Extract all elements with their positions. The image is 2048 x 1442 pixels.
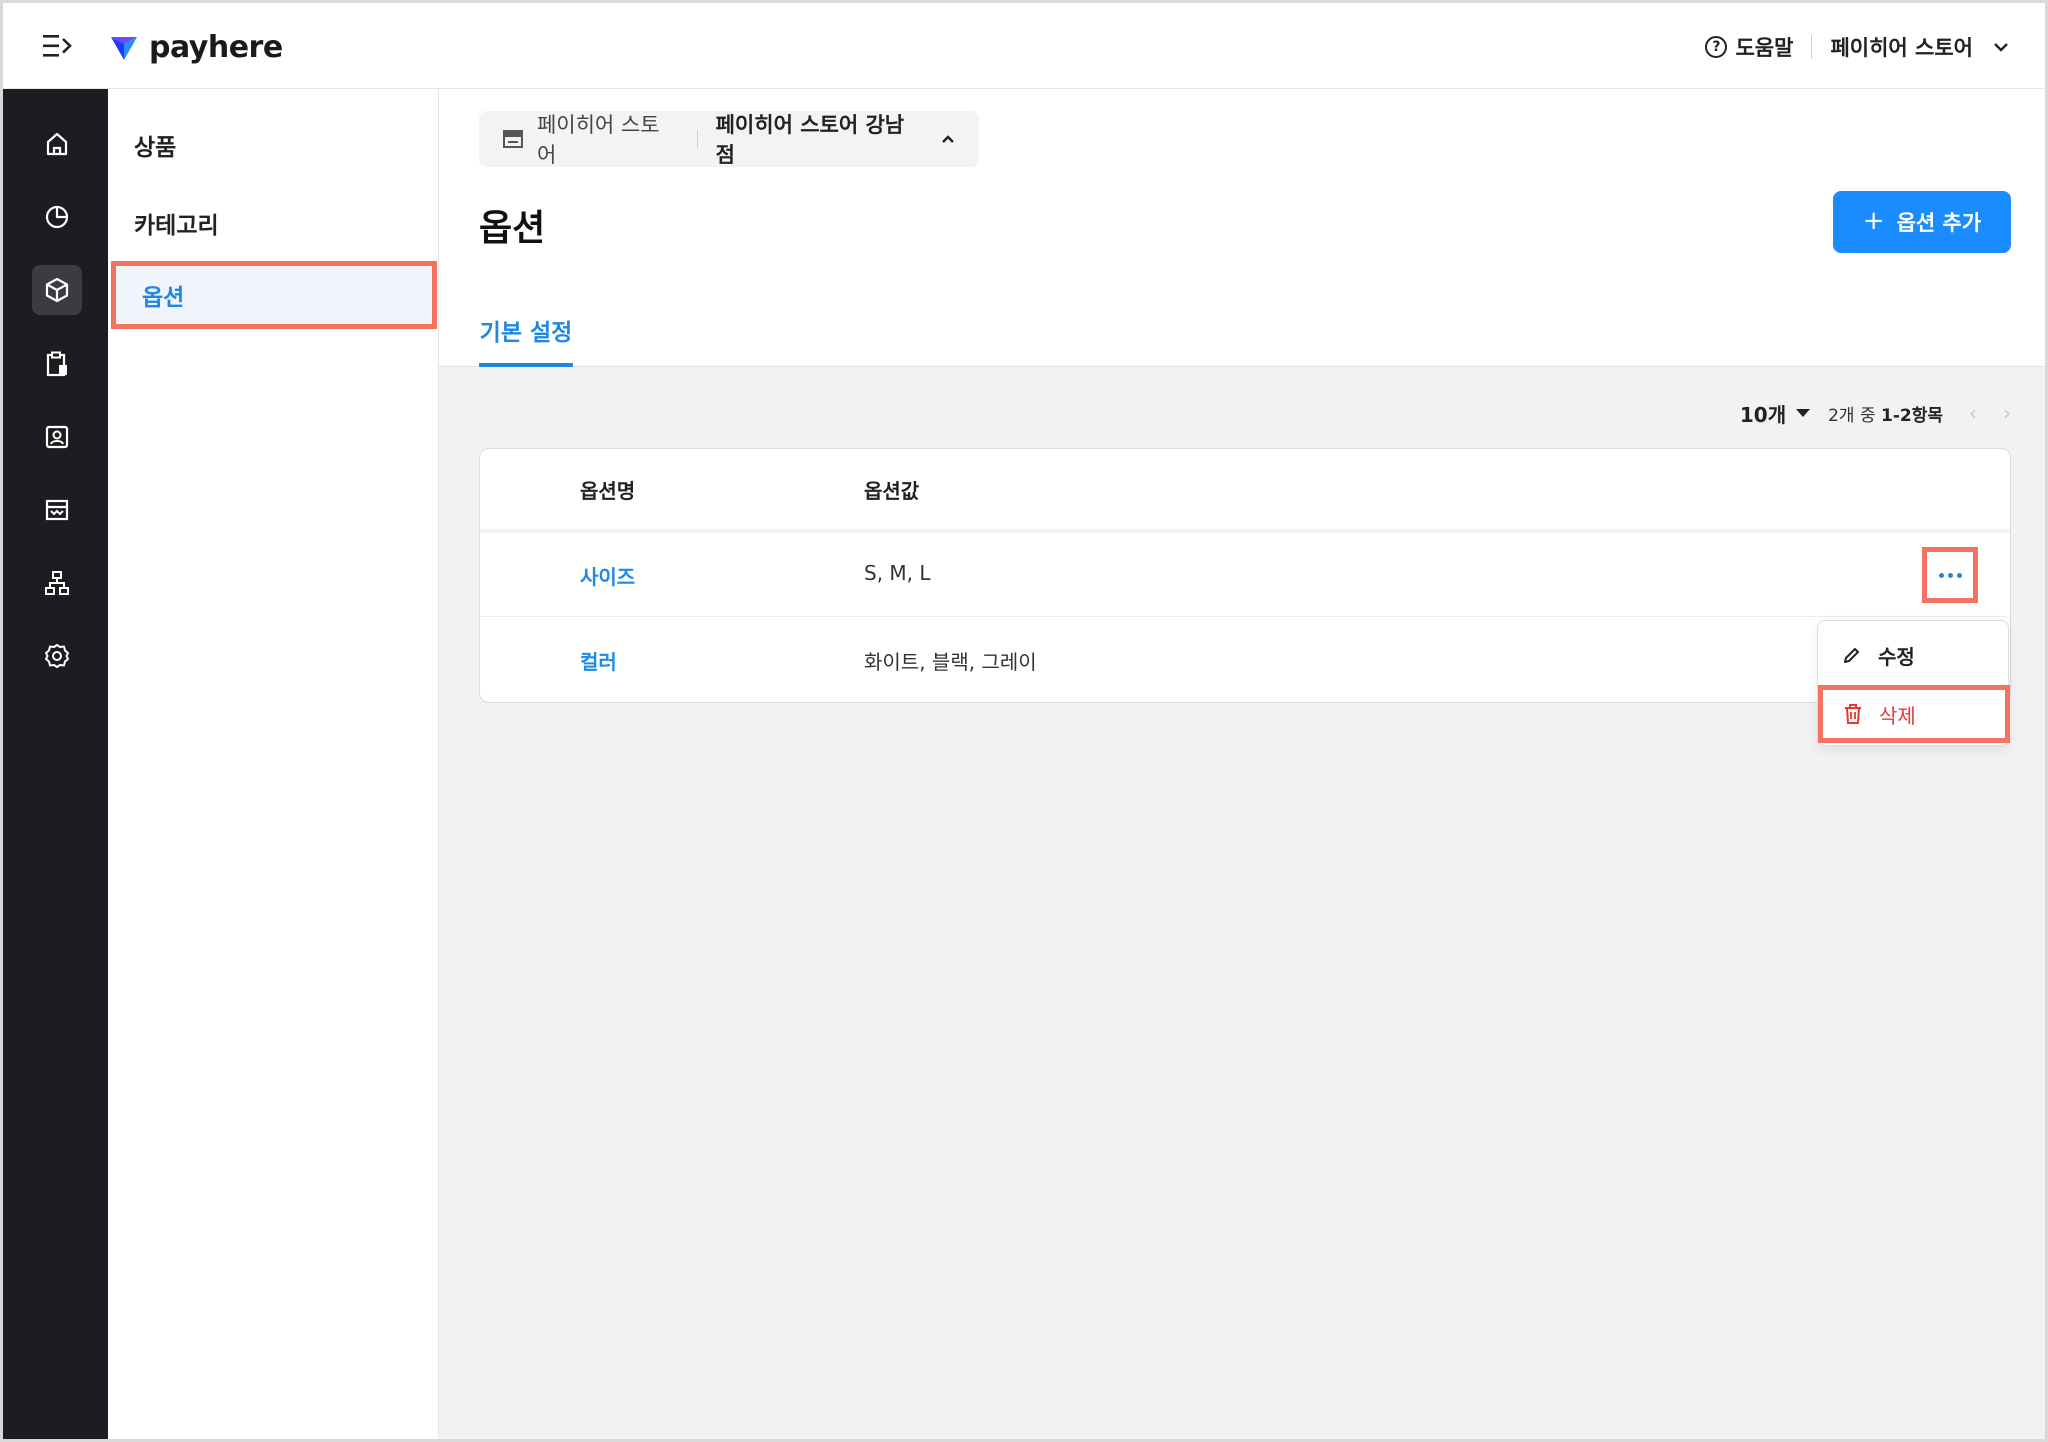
menu-item-label: 수정 (1878, 644, 1915, 669)
table-row[interactable]: 컬러 화이트, 블랙, 그레이 (480, 618, 2010, 702)
range-value: 1-2항목 (1881, 405, 1943, 426)
top-bar: payhere ? 도움말 페이히어 스토어 (3, 3, 2045, 89)
rail-inventory[interactable] (32, 339, 82, 389)
rail-analytics[interactable] (32, 192, 82, 242)
rail-settings[interactable] (32, 631, 82, 681)
app-frame: payhere ? 도움말 페이히어 스토어 상품 카테고리 옵션 페이히어 스… (0, 0, 2048, 1442)
page-range: 2개 중 1-2항목 (1828, 401, 1943, 426)
subnav-label: 카테고리 (134, 213, 219, 239)
page-header: 페이히어 스토어 페이히어 스토어 강남점 옵션 + 옵션 추가 기본 설정 (439, 89, 2045, 367)
chevron-down-icon (1994, 43, 2008, 52)
dot (1947, 572, 1953, 578)
breadcrumb-current: 페이히어 스토어 강남점 (715, 113, 905, 167)
option-values: 화이트, 블랙, 그레이 (864, 650, 1037, 674)
store-switcher[interactable]: 페이히어 스토어 (1830, 32, 2009, 62)
next-page-icon[interactable]: › (2003, 401, 2011, 425)
column-header-name: 옵션명 (580, 479, 636, 503)
caret-down-icon (1796, 409, 1811, 417)
option-name-link[interactable]: 사이즈 (580, 561, 635, 590)
help-button[interactable]: ? 도움말 (1705, 32, 1793, 62)
chevron-up-icon (942, 135, 954, 143)
menu-item-edit[interactable]: 수정 (1818, 629, 2010, 681)
option-values: S, M, L (864, 561, 931, 585)
row-actions-menu: 수정 삭제 (1817, 620, 2010, 746)
rail-home[interactable] (32, 119, 82, 169)
main-content: 페이히어 스토어 페이히어 스토어 강남점 옵션 + 옵션 추가 기본 설정 1… (439, 89, 2045, 1439)
clipboard-icon (46, 351, 67, 377)
menu-toggle-icon[interactable] (43, 33, 73, 59)
plus-icon: + (1862, 205, 1885, 236)
subnav-item-options[interactable]: 옵션 (111, 261, 437, 329)
pagination: 10개 2개 중 1-2항목 ‹ › (1740, 395, 2011, 431)
table-header: 옵션명 옵션값 (480, 449, 2010, 533)
sub-navigation: 상품 카테고리 옵션 (108, 89, 439, 1439)
rail-store[interactable] (32, 485, 82, 535)
help-icon: ? (1705, 36, 1728, 58)
subnav-item-products[interactable]: 상품 (108, 113, 439, 177)
store-icon (45, 499, 69, 521)
dot (1956, 572, 1962, 578)
pencil-icon (1844, 648, 1859, 663)
subnav-label: 옵션 (142, 285, 185, 311)
divider (1811, 35, 1813, 59)
range-prefix: 2개 중 (1828, 405, 1876, 426)
options-table: 옵션명 옵션값 사이즈 S, M, L 컬러 화이트, 블랙, 그레이 (479, 448, 2011, 703)
page-size-value: 10개 (1739, 402, 1787, 427)
menu-item-label: 삭제 (1879, 703, 1916, 728)
rail-organization[interactable] (32, 558, 82, 608)
store-card-icon (503, 130, 523, 148)
cube-icon (45, 277, 69, 303)
menu-item-delete[interactable]: 삭제 (1818, 685, 2010, 743)
more-actions-button[interactable] (1922, 547, 1978, 603)
breadcrumb-divider (696, 130, 698, 148)
dot (1938, 572, 1944, 578)
logo-mark-icon (111, 37, 137, 60)
store-name: 페이히어 스토어 (1830, 36, 1973, 60)
rail-customers[interactable] (32, 412, 82, 462)
org-chart-icon (45, 571, 69, 595)
page-size-select[interactable]: 10개 (1739, 399, 1811, 428)
column-header-values: 옵션값 (864, 479, 920, 503)
help-label: 도움말 (1735, 36, 1794, 60)
subnav-item-categories[interactable]: 카테고리 (108, 191, 439, 255)
home-icon (46, 132, 68, 156)
chart-pie-icon (45, 205, 69, 229)
add-option-button[interactable]: + 옵션 추가 (1833, 191, 2011, 253)
brand-name: payhere (149, 29, 283, 65)
option-name-link[interactable]: 컬러 (580, 646, 617, 675)
page-title: 옵션 (479, 208, 546, 249)
prev-page-icon[interactable]: ‹ (1969, 401, 1977, 425)
breadcrumb-parent: 페이히어 스토어 (536, 113, 660, 167)
table-row[interactable]: 사이즈 S, M, L (480, 533, 2010, 617)
icon-rail (3, 89, 108, 1439)
tab-basic-settings[interactable]: 기본 설정 (479, 313, 573, 367)
subnav-label: 상품 (134, 135, 177, 161)
rail-products[interactable] (32, 265, 82, 315)
logo[interactable]: payhere (109, 29, 283, 65)
add-option-label: 옵션 추가 (1896, 211, 1982, 235)
store-breadcrumb[interactable]: 페이히어 스토어 페이히어 스토어 강남점 (479, 111, 979, 167)
gear-icon (45, 644, 69, 668)
top-right-controls: ? 도움말 페이히어 스토어 (1705, 27, 2009, 67)
trash-icon (1845, 704, 1861, 724)
contact-icon (45, 425, 69, 449)
